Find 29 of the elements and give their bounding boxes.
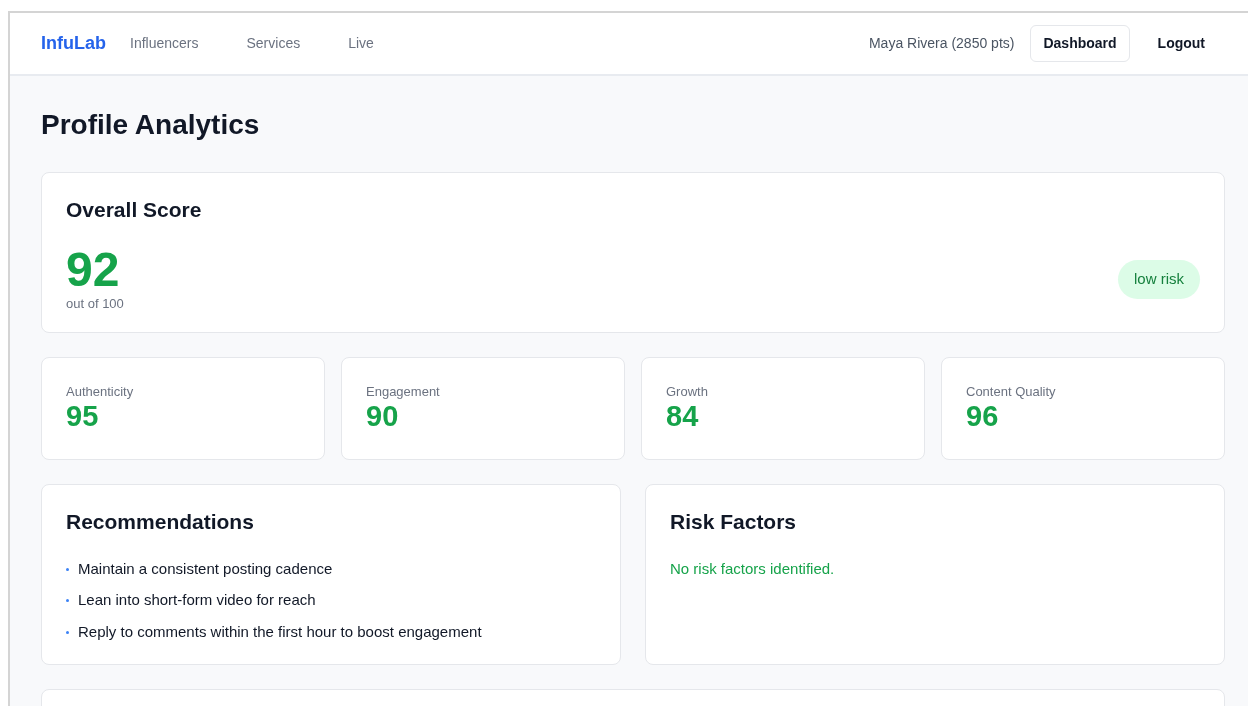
brand-logo[interactable]: InfuLab — [41, 30, 106, 57]
metric-label: Authenticity — [66, 382, 135, 401]
recommendation-text: Lean into short-form video for reach — [78, 590, 316, 611]
metric-label: Content Quality — [966, 382, 1057, 401]
risk-badge: low risk — [1118, 260, 1200, 299]
metric-value: 90 — [366, 401, 400, 433]
status-message: No risk factors identified. — [670, 558, 836, 579]
nav-link[interactable]: Influencers — [130, 33, 199, 54]
user-points: Maya Rivera (2850 pts) — [868, 34, 1015, 53]
metric-label: Engagement — [366, 382, 441, 401]
dashboard-button[interactable]: Dashboard — [1030, 25, 1130, 62]
card-title: Recommendations — [66, 508, 255, 534]
metric-value: 95 — [66, 401, 100, 433]
recommendation-text: Maintain a consistent posting cadence — [78, 558, 333, 579]
bullet-icon — [66, 630, 69, 634]
card-title: Risk Factors — [670, 508, 798, 534]
overall-score: 92 — [66, 245, 121, 294]
metric-value: 96 — [966, 401, 1000, 433]
nav-link[interactable]: Services — [246, 33, 301, 54]
page-title: Profile Analytics — [41, 108, 261, 142]
nav-link[interactable]: Live — [348, 33, 374, 54]
recommendation-text: Reply to comments within the first hour to boost engagement — [78, 621, 482, 642]
score-caption: out of 100 — [66, 294, 124, 313]
metric-value: 84 — [666, 401, 700, 433]
metric-label: Growth — [666, 382, 709, 401]
bullet-icon — [66, 567, 69, 571]
logout-button[interactable]: Logout — [1145, 26, 1217, 61]
card-title: Overall Score — [66, 196, 203, 222]
bullet-icon — [66, 599, 69, 603]
